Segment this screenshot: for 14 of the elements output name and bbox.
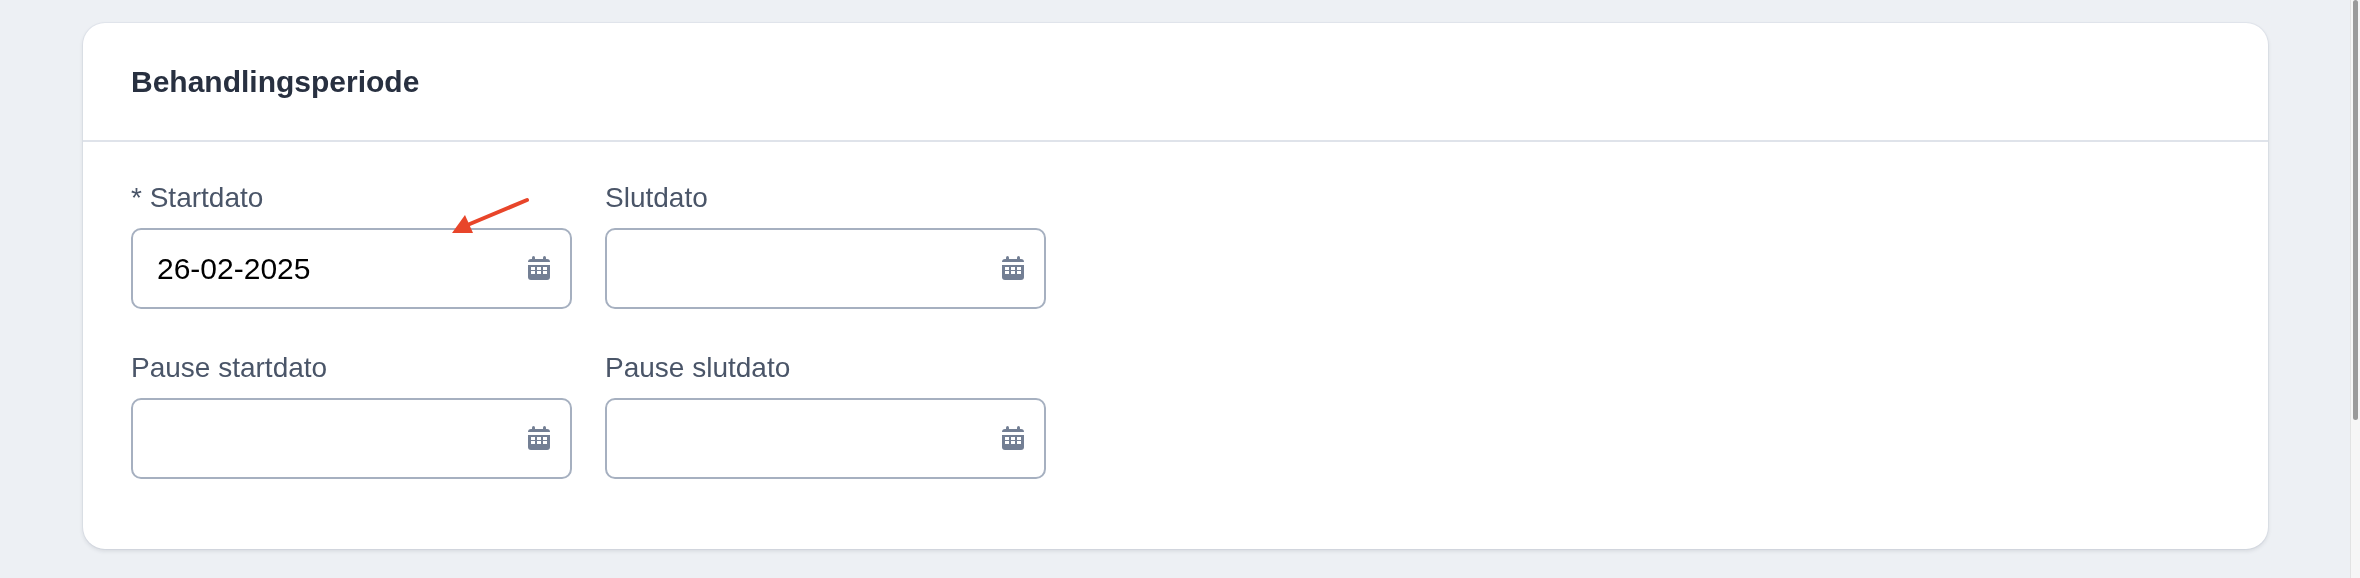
date-field[interactable] xyxy=(605,228,1046,309)
calendar-icon[interactable] xyxy=(1002,256,1024,280)
date-field[interactable]: 26-02-2025 xyxy=(131,228,572,309)
date-field[interactable] xyxy=(131,398,572,479)
calendar-icon[interactable] xyxy=(528,426,550,450)
field-label: Pause slutdato xyxy=(605,351,791,385)
field-label: Slutdato xyxy=(605,181,708,215)
scrollbar[interactable] xyxy=(2350,0,2360,578)
date-field[interactable] xyxy=(605,398,1046,479)
field-label: Pause startdato xyxy=(131,351,328,385)
field-label: * Startdato xyxy=(131,181,264,215)
calendar-icon[interactable] xyxy=(1002,426,1024,450)
calendar-icon[interactable] xyxy=(528,256,550,280)
section-title: Behandlingsperiode xyxy=(131,64,420,99)
